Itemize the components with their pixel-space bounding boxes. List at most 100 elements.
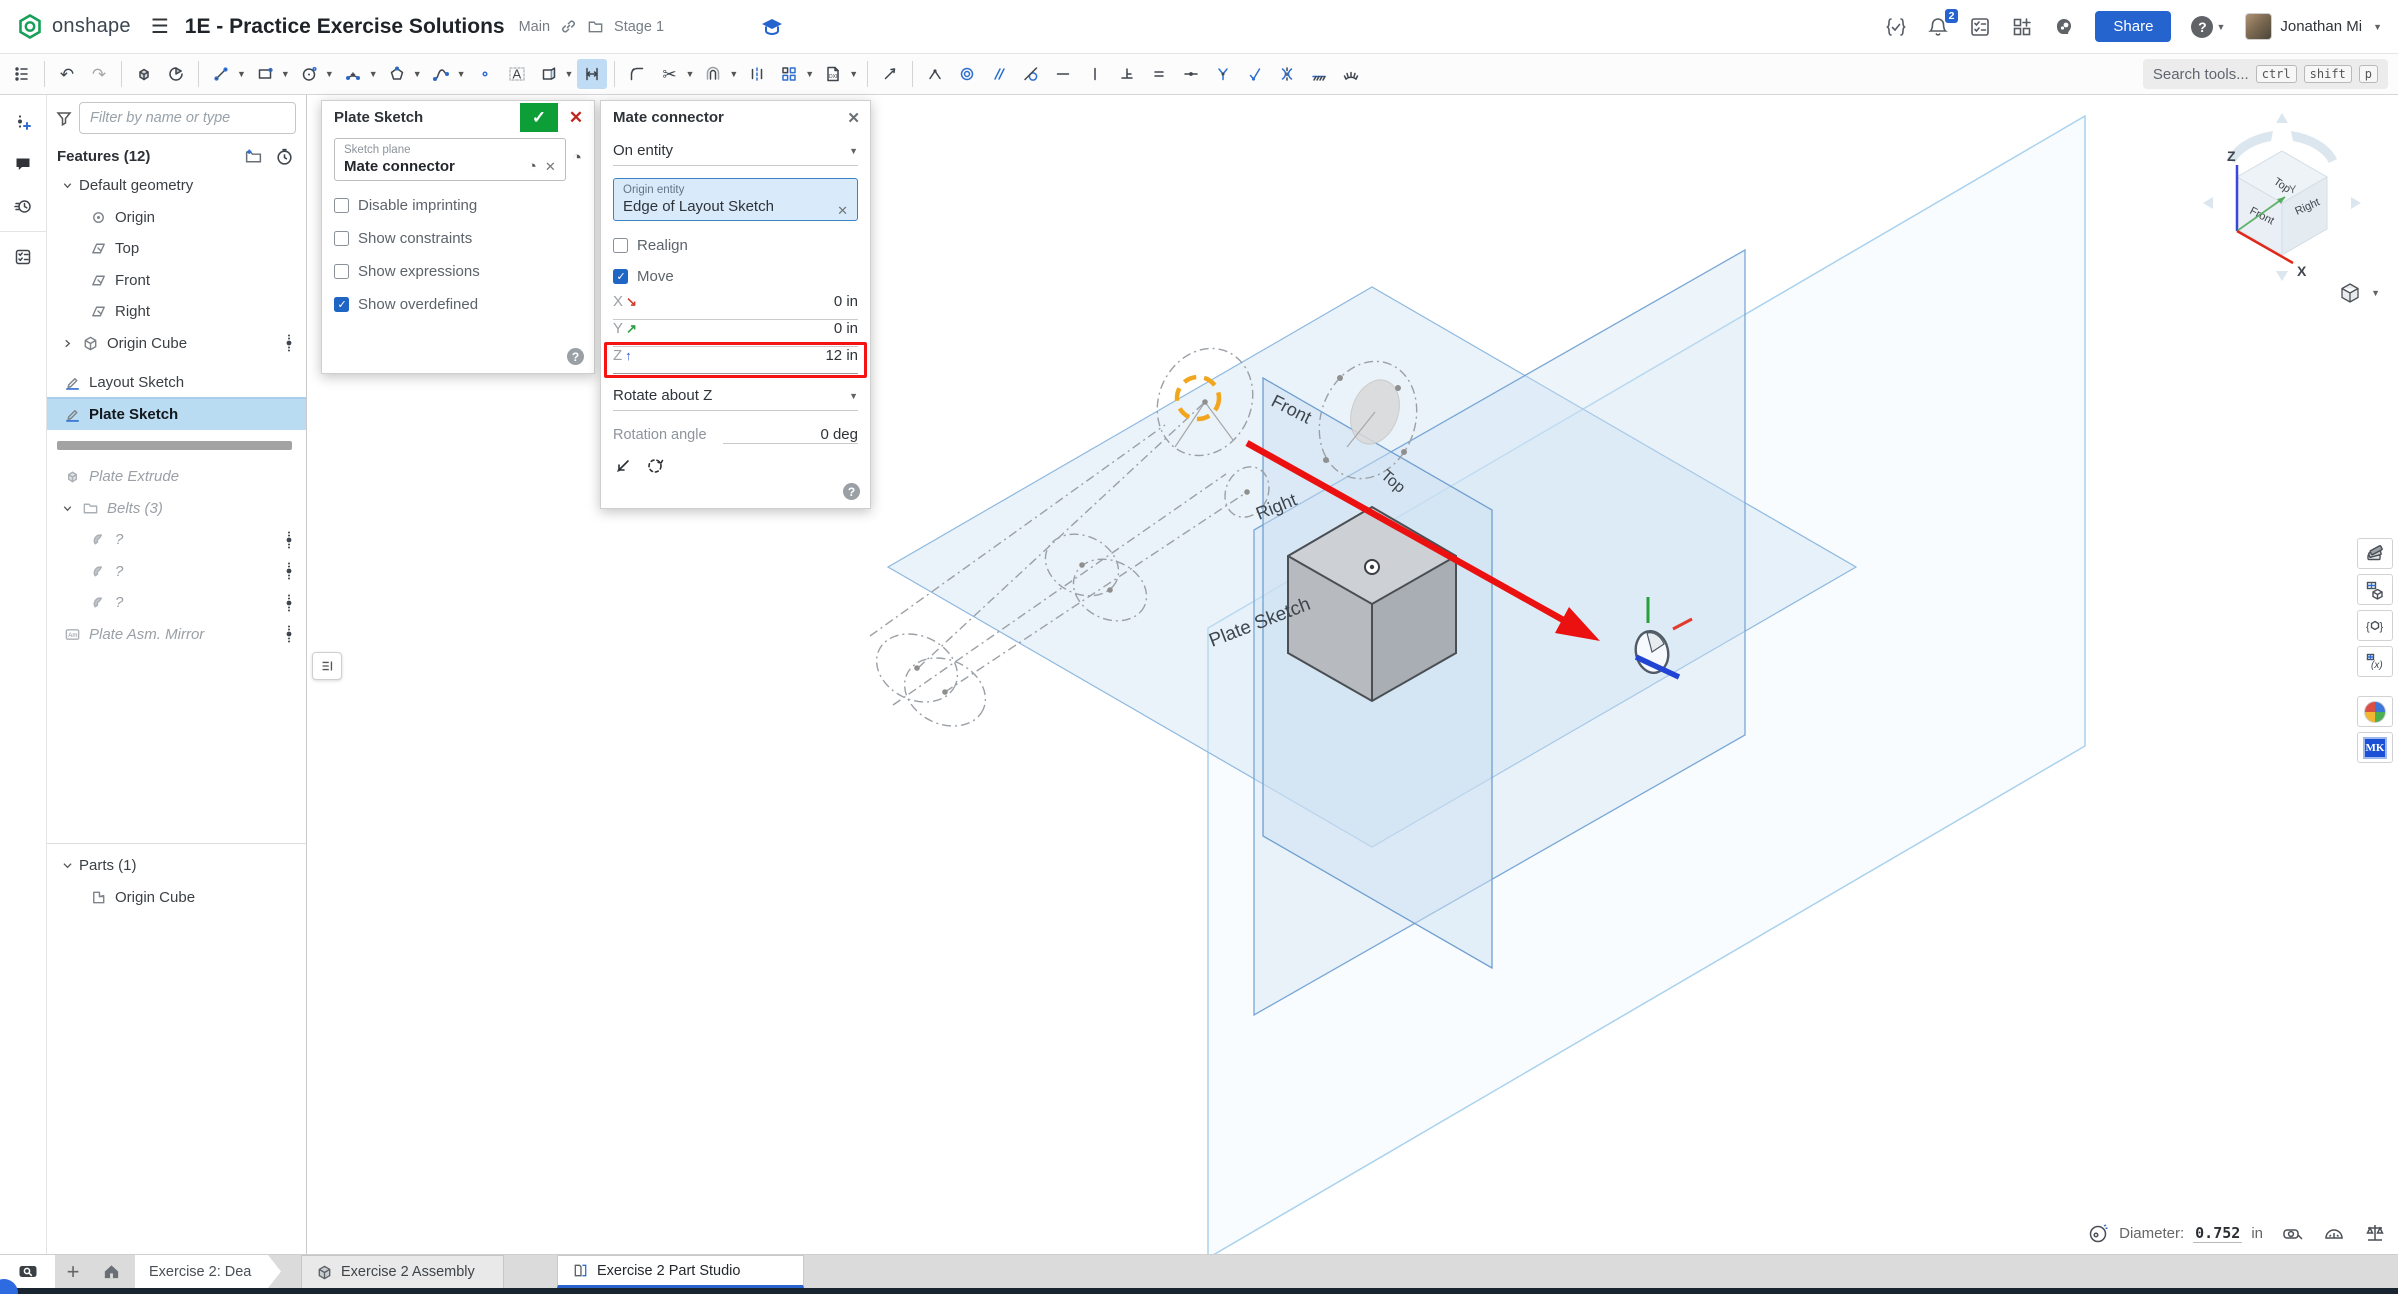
linear-pattern-tool-icon[interactable] bbox=[774, 59, 804, 89]
z-offset-value[interactable]: 12 in bbox=[825, 347, 858, 364]
link-icon[interactable] bbox=[560, 18, 577, 35]
linear-pattern-dropdown-icon[interactable]: ▼ bbox=[805, 69, 814, 79]
help-menu[interactable]: ?▼ bbox=[2191, 16, 2225, 38]
user-menu[interactable]: Jonathan Mi ▼ bbox=[2245, 13, 2382, 40]
point-tool-icon[interactable] bbox=[470, 59, 500, 89]
trim-dropdown-icon[interactable]: ▼ bbox=[685, 69, 694, 79]
checkbox-row[interactable]: Disable imprinting bbox=[334, 197, 582, 214]
spectrum-app-button[interactable] bbox=[2357, 696, 2393, 727]
arc-dropdown-icon[interactable]: ▼ bbox=[369, 69, 378, 79]
filter-icon[interactable] bbox=[55, 109, 73, 127]
insert-dxf-dwg-tool-icon[interactable]: DXF bbox=[818, 59, 848, 89]
mirror-tool-icon[interactable] bbox=[742, 59, 772, 89]
circle-dropdown-icon[interactable]: ▼ bbox=[325, 69, 334, 79]
dimension-value[interactable]: 0.752 bbox=[2193, 1224, 2242, 1243]
parts-header[interactable]: Parts (1) bbox=[47, 850, 306, 882]
extrude-tool-icon[interactable] bbox=[129, 59, 159, 89]
folder-name[interactable]: Stage 1 bbox=[614, 19, 664, 35]
offset-dropdown-icon[interactable]: ▼ bbox=[729, 69, 738, 79]
app-store-icon[interactable] bbox=[2011, 16, 2033, 38]
configuration-variables-button[interactable]: (x) bbox=[2357, 646, 2393, 677]
drag-handle-icon[interactable] bbox=[284, 333, 294, 353]
move-checkbox[interactable] bbox=[613, 269, 628, 284]
horizontal-constraint-tool-icon[interactable] bbox=[1048, 59, 1078, 89]
redo-tool-icon[interactable]: ↷ bbox=[84, 59, 114, 89]
cancel-button[interactable]: ✕ bbox=[558, 103, 594, 132]
checkbox-row[interactable]: Realign bbox=[613, 237, 858, 254]
filter-input[interactable] bbox=[79, 102, 296, 134]
tree-item-right[interactable]: Right bbox=[47, 296, 306, 328]
polygon-dropdown-icon[interactable]: ▼ bbox=[413, 69, 422, 79]
polygon-tool-icon[interactable] bbox=[382, 59, 412, 89]
tree-item-[interactable]: ? bbox=[47, 524, 306, 556]
midpoint-constraint-tool-icon[interactable] bbox=[1176, 59, 1206, 89]
x-offset-row[interactable]: X ↘ 0 in bbox=[613, 293, 858, 320]
spline-dropdown-icon[interactable]: ▼ bbox=[457, 69, 466, 79]
y-offset-row[interactable]: Y ↗ 0 in bbox=[613, 320, 858, 347]
home-tab-button[interactable] bbox=[91, 1255, 131, 1288]
concentric-constraint-tool-icon[interactable] bbox=[952, 59, 982, 89]
fix-constraint-tool-icon[interactable] bbox=[1304, 59, 1334, 89]
comments-icon[interactable] bbox=[0, 143, 47, 185]
chevron-right-icon[interactable] bbox=[55, 337, 79, 350]
document-title[interactable]: 1E - Practice Exercise Solutions bbox=[185, 15, 505, 39]
curvature-constraint-tool-icon[interactable] bbox=[1336, 59, 1366, 89]
main-menu-icon[interactable]: ☰ bbox=[151, 14, 169, 39]
view-options-menu[interactable]: ▼ bbox=[2338, 282, 2380, 304]
add-folder-icon[interactable] bbox=[244, 147, 263, 166]
use-project-dropdown-icon[interactable]: ▼ bbox=[565, 69, 574, 79]
inspect-tool-icon[interactable] bbox=[875, 59, 905, 89]
checkbox-row[interactable]: Move bbox=[613, 268, 858, 285]
drag-handle-icon[interactable] bbox=[284, 561, 294, 581]
configurations-button[interactable] bbox=[2357, 574, 2393, 605]
tab-exercise-2-part-studio[interactable]: Exercise 2 Part Studio bbox=[557, 1255, 804, 1288]
learning-center-icon[interactable] bbox=[760, 16, 784, 38]
close-icon[interactable]: ✕ bbox=[847, 109, 860, 127]
search-tools-box[interactable]: Search tools...ctrlshiftp bbox=[2143, 59, 2388, 89]
view-cube[interactable]: Top Front Right Z Y X ▼ bbox=[2193, 103, 2398, 308]
vertical-constraint-tool-icon[interactable] bbox=[1080, 59, 1110, 89]
checkbox-row[interactable]: Show expressions bbox=[334, 263, 582, 280]
help-icon[interactable]: ? bbox=[567, 348, 584, 365]
rollback-bar[interactable] bbox=[57, 441, 292, 450]
reorient-secondary-axis-icon[interactable] bbox=[645, 456, 665, 476]
tab-exercise-2-assembly[interactable]: Exercise 2 Assembly bbox=[301, 1255, 504, 1288]
show-constraints-checkbox[interactable] bbox=[334, 231, 349, 246]
chevron-down-icon[interactable] bbox=[55, 179, 79, 192]
panel-resize-handle[interactable] bbox=[312, 652, 342, 680]
tree-item-default-geometry[interactable]: Default geometry bbox=[47, 170, 306, 202]
origin-entity-field[interactable]: Origin entity Edge of Layout Sketch ✕ bbox=[613, 178, 858, 221]
equal-constraint-tool-icon[interactable] bbox=[1144, 59, 1174, 89]
disable-imprinting-checkbox[interactable] bbox=[334, 198, 349, 213]
tape-measure-icon[interactable] bbox=[2282, 1222, 2304, 1244]
arc-tool-icon[interactable] bbox=[338, 59, 368, 89]
history-icon[interactable] bbox=[0, 185, 47, 227]
clear-selection-icon[interactable]: ✕ bbox=[545, 159, 556, 175]
pierce-constraint-tool-icon[interactable] bbox=[1208, 59, 1238, 89]
tree-item-plate-asm-mirror[interactable]: AmPlate Asm. Mirror bbox=[47, 619, 306, 651]
workspace-name[interactable]: Main bbox=[519, 19, 550, 35]
tree-item-front[interactable]: Front bbox=[47, 265, 306, 297]
show-overdefined-checkbox[interactable] bbox=[334, 297, 349, 312]
origin-marker[interactable] bbox=[1365, 560, 1379, 574]
featurescript-icon[interactable] bbox=[1885, 16, 1907, 38]
tree-item-origin[interactable]: Origin bbox=[47, 202, 306, 234]
y-offset-value[interactable]: 0 in bbox=[834, 320, 858, 337]
tree-item-plate-sketch[interactable]: Plate Sketch bbox=[47, 399, 306, 431]
line-tool-icon[interactable] bbox=[206, 59, 236, 89]
rotation-angle-row[interactable]: Rotation angle 0 deg bbox=[613, 426, 858, 444]
sketch-fillet-tool-icon[interactable] bbox=[622, 59, 652, 89]
realign-checkbox[interactable] bbox=[613, 238, 628, 253]
spline-tool-icon[interactable] bbox=[426, 59, 456, 89]
z-offset-row[interactable]: Z ↑ 12 in bbox=[613, 347, 858, 374]
new-tab-button[interactable]: + bbox=[55, 1255, 91, 1288]
revolve-tool-icon[interactable] bbox=[161, 59, 191, 89]
offset-tool-icon[interactable] bbox=[698, 59, 728, 89]
undo-tool-icon[interactable]: ↶ bbox=[52, 59, 82, 89]
tree-item-top[interactable]: Top bbox=[47, 233, 306, 265]
show-expressions-checkbox[interactable] bbox=[334, 264, 349, 279]
help-icon[interactable]: ? bbox=[843, 483, 860, 500]
clear-selection-icon[interactable]: ✕ bbox=[837, 203, 848, 219]
share-button[interactable]: Share bbox=[2095, 11, 2171, 42]
checkbox-row[interactable]: Show overdefined bbox=[334, 296, 582, 313]
